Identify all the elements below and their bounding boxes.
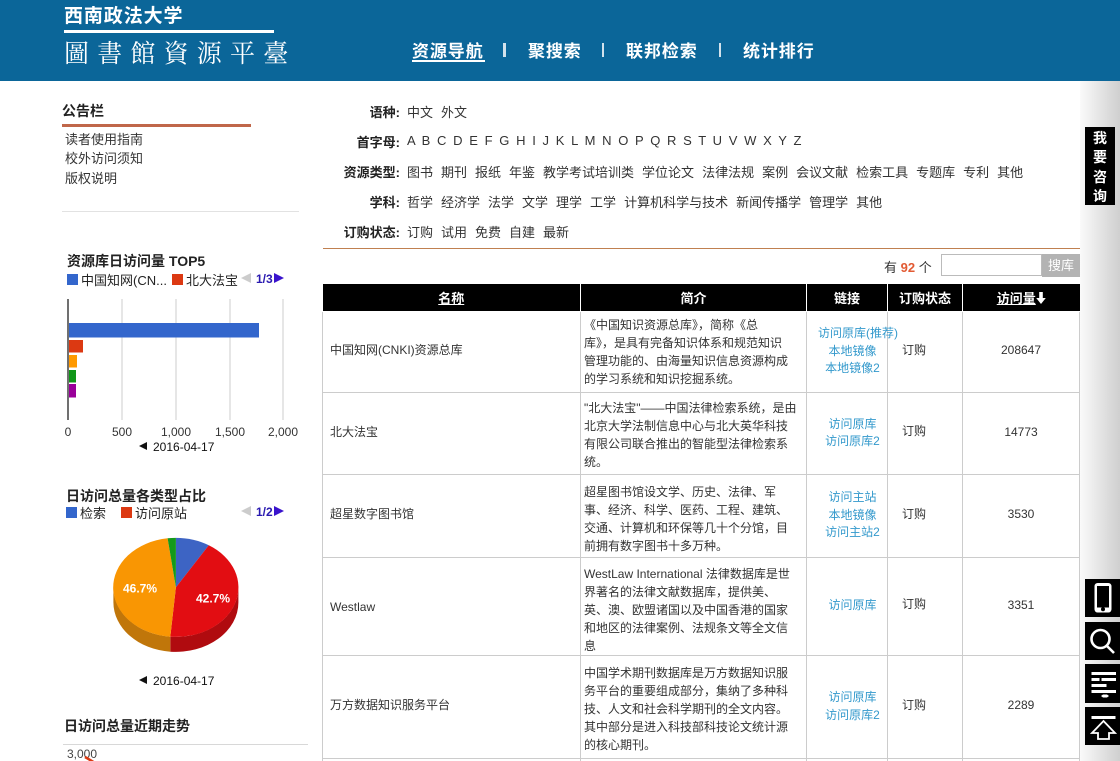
svg-text:42.7%: 42.7% bbox=[196, 592, 230, 606]
svg-text:0: 0 bbox=[65, 425, 72, 439]
svg-text:1,000: 1,000 bbox=[161, 425, 191, 439]
svg-text:46.7%: 46.7% bbox=[123, 582, 157, 596]
svg-text:500: 500 bbox=[112, 425, 132, 439]
svg-text:1,500: 1,500 bbox=[215, 425, 245, 439]
svg-text:2,000: 2,000 bbox=[268, 425, 298, 439]
